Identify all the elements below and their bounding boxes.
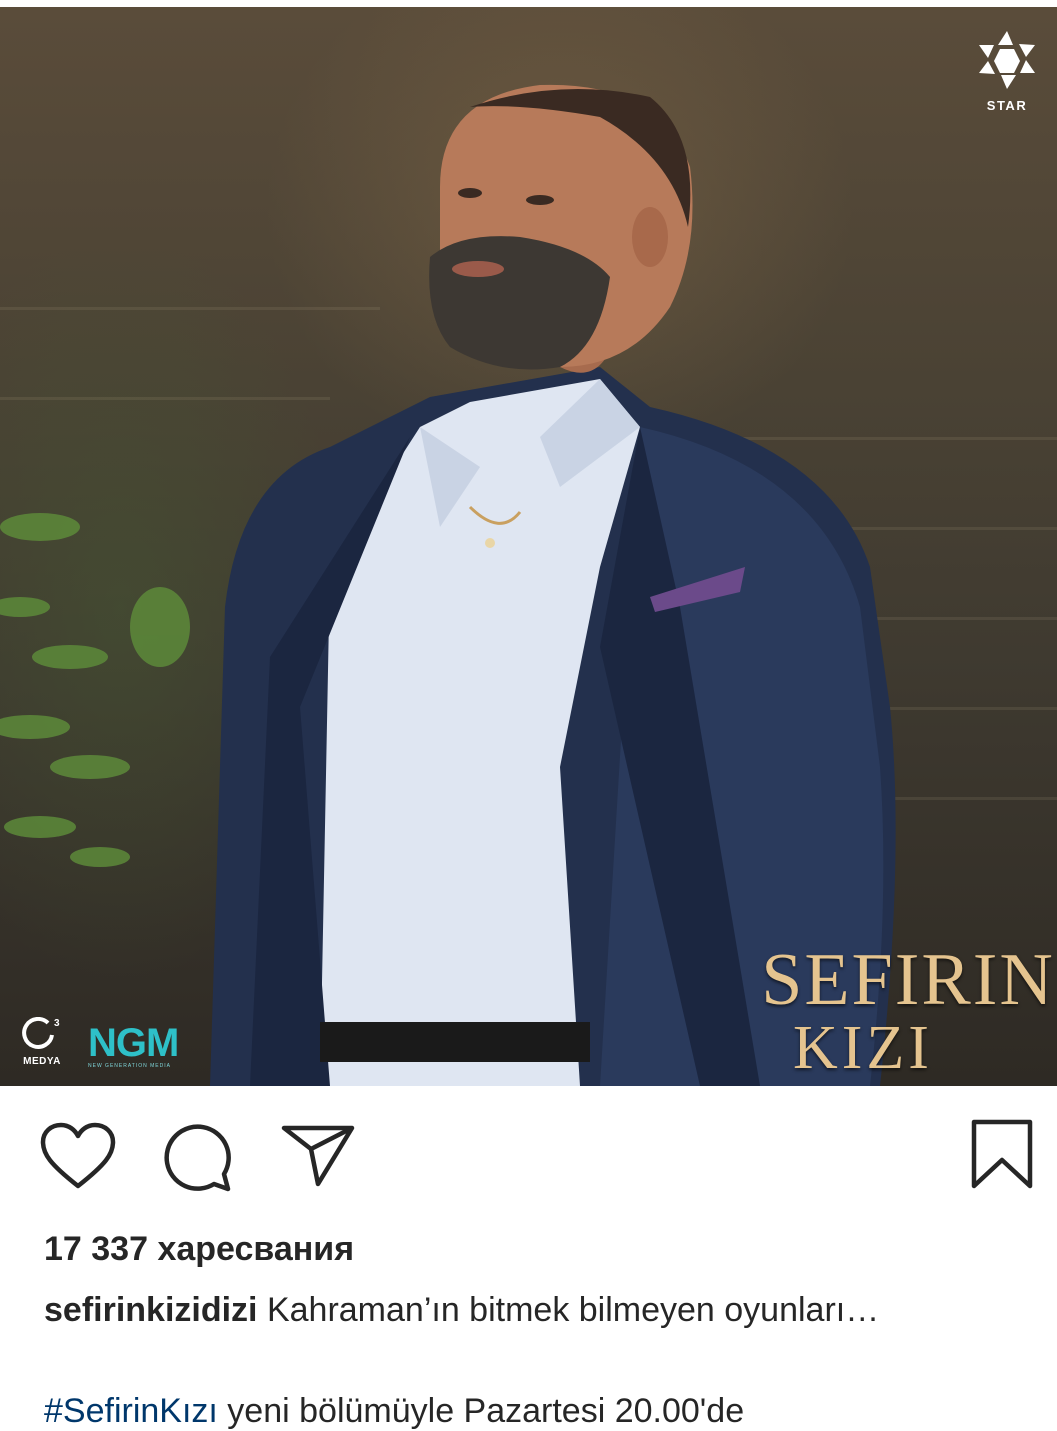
like-button[interactable] — [40, 1122, 116, 1195]
share-button[interactable] — [280, 1122, 356, 1193]
paper-plane-icon — [281, 1125, 355, 1187]
ngm-logo-subtitle: NEW GENERATION MEDIA — [88, 1063, 171, 1069]
caption-username[interactable]: sefirinkizidizi — [44, 1291, 258, 1329]
svg-text:3: 3 — [54, 1018, 60, 1029]
post-caption: sefirinkizidizi Kahraman’ın bitmek bilme… — [44, 1291, 1034, 1330]
star-logo-icon — [979, 31, 1035, 89]
comment-icon — [164, 1124, 231, 1192]
show-title-line2: KIZI — [793, 1014, 933, 1082]
show-title-line1: SEFIRIN — [761, 939, 1055, 1021]
caption-text: Kahraman’ın bitmek bilmeyen oyunları… — [266, 1291, 880, 1329]
caption-second-line: #SefirinKızı yeni bölümüyle Pazartesi 20… — [44, 1392, 744, 1431]
star-channel-logo: STAR — [969, 29, 1045, 113]
medya-logo-icon: 3 — [22, 1016, 60, 1049]
comment-button[interactable] — [162, 1122, 234, 1197]
likes-count[interactable]: 17 337 харесвания — [44, 1230, 354, 1269]
person-illustration — [0, 84, 896, 1086]
post-action-bar — [0, 1112, 1057, 1202]
save-button[interactable] — [970, 1118, 1034, 1195]
show-title-logo: SEFIRIN KIZI — [748, 939, 1057, 1079]
star-logo-text: STAR — [986, 98, 1028, 113]
caption-second-line-text: yeni bölümüyle Pazartesi 20.00'de — [217, 1392, 745, 1430]
medya-logo: 3 MEDYA — [20, 1016, 64, 1067]
bookmark-icon — [971, 1119, 1033, 1189]
caption-hashtag[interactable]: #SefirinKızı — [44, 1392, 218, 1430]
heart-icon — [40, 1122, 116, 1189]
post-image[interactable]: STAR SEFIRIN KIZI 3 MEDYA NGM NEW GENERA… — [0, 7, 1057, 1086]
medya-logo-text: MEDYA — [23, 1056, 61, 1067]
ngm-logo: NGM — [88, 1021, 179, 1065]
